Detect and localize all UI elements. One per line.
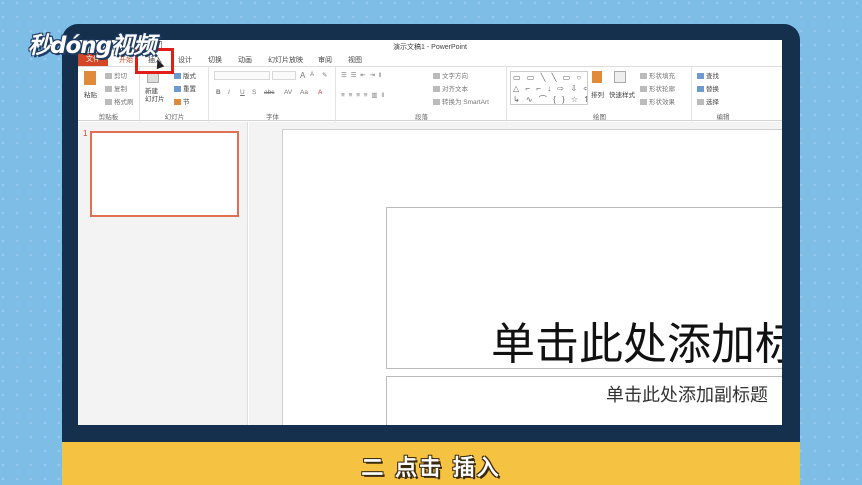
section-button[interactable]: 节 (174, 96, 190, 106)
text-direction-icon (433, 73, 440, 80)
subtitle-placeholder[interactable]: 单击此处添加副标题 (386, 376, 782, 425)
font-name-select[interactable] (214, 71, 270, 80)
arrange-button[interactable]: 排列 (591, 89, 604, 99)
group-label-drawing: 绘图 (593, 114, 606, 121)
list-buttons-icon[interactable]: ☰ ☰ ⇤ ⇥ ‖ (341, 71, 382, 79)
align-text-button[interactable]: 对齐文本 (433, 83, 468, 93)
effects-icon (640, 99, 647, 106)
tab-design[interactable]: 设计 (178, 55, 192, 65)
group-label-paragraph: 段落 (415, 114, 428, 121)
grow-font-button[interactable]: A (300, 71, 305, 80)
clear-format-icon[interactable]: ✎ (322, 71, 327, 79)
slide-editing-pane: 单击此处添加标题 单击此处添加副标题 (249, 122, 782, 425)
ribbon-tabs: 文件 开始 插入 设计 切换 动画 幻灯片放映 审阅 视图 (78, 53, 782, 66)
replace-icon (697, 86, 704, 93)
replace-button[interactable]: 替换 (697, 83, 719, 93)
group-label-clipboard: 剪贴板 (98, 114, 119, 121)
shape-outline-button[interactable]: 形状轮廓 (640, 83, 675, 93)
scissors-icon (105, 73, 112, 80)
shrink-font-button[interactable]: A (310, 72, 314, 78)
group-label-slides: 幻灯片 (164, 114, 185, 121)
find-button[interactable]: 查找 (697, 70, 719, 80)
cut-button[interactable]: 剪切 (105, 70, 127, 80)
fill-icon (640, 73, 647, 80)
search-icon (697, 73, 704, 80)
group-font: A A ✎ B I U S abc AV Aa A 字体 (210, 67, 336, 122)
bold-button[interactable]: B (216, 89, 221, 96)
paste-icon[interactable] (84, 71, 98, 85)
format-painter-button[interactable]: 格式刷 (105, 96, 134, 106)
tab-view[interactable]: 视图 (348, 55, 362, 65)
slide-thumbnail-pane: 1 (78, 122, 248, 425)
select-button[interactable]: 选择 (697, 96, 719, 106)
reset-button[interactable]: 重置 (174, 83, 196, 93)
shape-effects-button[interactable]: 形状效果 (640, 96, 675, 106)
shapes-gallery[interactable]: ▭ ▭ ╲ ╲ ▭ ○ ▭ △ ⌐ ⌐ ↓ ⇨ ⇩ ⇦ ↳ ∿ ⌒ { } ☆ … (510, 71, 588, 105)
quick-styles-icon[interactable] (614, 71, 628, 83)
caption-bar: 二 点击 插入 (62, 442, 800, 485)
watermark-logo: 秒dóng视频 (28, 33, 156, 59)
powerpoint-window: 演示文稿1 - PowerPoint 文件 开始 插入 设计 切换 动画 幻灯片… (78, 40, 782, 425)
tab-animations[interactable]: 动画 (238, 55, 252, 65)
group-label-editing: 编辑 (716, 114, 730, 121)
brush-icon (105, 99, 112, 106)
tab-transitions[interactable]: 切换 (208, 55, 222, 65)
align-buttons-icon[interactable]: ≡ ≡ ≡ ≡ ▥ ‖ (341, 91, 385, 99)
strikethrough-button[interactable]: abc (264, 89, 274, 96)
group-editing: 查找 替换 选择 编辑 (693, 67, 753, 122)
paste-button[interactable]: 粘贴 (84, 89, 97, 99)
title-placeholder-text: 单击此处添加标题 (491, 319, 782, 369)
italic-button[interactable]: I (228, 89, 230, 96)
layout-button[interactable]: 版式 (174, 70, 196, 80)
layout-icon (174, 73, 181, 80)
smartart-icon (433, 99, 440, 106)
window-title: 演示文稿1 - PowerPoint (393, 44, 467, 51)
copy-icon (105, 86, 112, 93)
tab-review[interactable]: 审阅 (318, 55, 332, 65)
shadow-button[interactable]: S (252, 89, 256, 96)
group-clipboard: 粘贴 剪切 复制 格式刷 剪贴板 (78, 67, 140, 122)
quick-styles-button[interactable]: 快速样式 (609, 89, 635, 99)
align-text-icon (433, 86, 440, 93)
group-slides: 新建 幻灯片 版式 重置 节 幻灯片 (141, 67, 209, 122)
change-case-button[interactable]: Aa (300, 89, 308, 96)
group-label-font: 字体 (266, 114, 279, 121)
outline-icon (640, 86, 647, 93)
subtitle-placeholder-text: 单击此处添加副标题 (606, 385, 768, 406)
arrange-icon[interactable] (592, 71, 604, 83)
new-slide-button[interactable]: 新建 幻灯片 (145, 88, 165, 104)
copy-button[interactable]: 复制 (105, 83, 127, 93)
group-paragraph: ☰ ☰ ⇤ ⇥ ‖ ≡ ≡ ≡ ≡ ▥ ‖ 文字方向 对齐文本 转换为 Smar… (337, 67, 507, 122)
char-spacing-icon[interactable]: AV (284, 89, 292, 96)
slide-number: 1 (83, 129, 88, 138)
title-bar: 演示文稿1 - PowerPoint (78, 40, 782, 53)
title-placeholder[interactable]: 单击此处添加标题 (386, 207, 782, 369)
ribbon: 粘贴 剪切 复制 格式刷 剪贴板 新建 幻灯片 版式 重置 节 幻灯片 A A … (78, 66, 782, 122)
font-size-select[interactable] (272, 71, 296, 80)
caption-text: 二 点击 插入 (361, 456, 501, 481)
section-icon (174, 99, 181, 106)
font-color-icon[interactable]: A (318, 89, 322, 96)
shape-fill-button[interactable]: 形状填充 (640, 70, 675, 80)
group-drawing: ▭ ▭ ╲ ╲ ▭ ○ ▭ △ ⌐ ⌐ ↓ ⇨ ⇩ ⇦ ↳ ∿ ⌒ { } ☆ … (508, 67, 692, 122)
underline-button[interactable]: U (240, 89, 245, 96)
reset-icon (174, 86, 181, 93)
text-direction-button[interactable]: 文字方向 (433, 70, 468, 80)
slide-canvas: 单击此处添加标题 单击此处添加副标题 (282, 129, 782, 425)
tab-slideshow[interactable]: 幻灯片放映 (268, 55, 303, 65)
select-icon (697, 99, 704, 106)
slide-thumbnail[interactable] (90, 131, 239, 217)
smartart-button[interactable]: 转换为 SmartArt (433, 96, 489, 106)
